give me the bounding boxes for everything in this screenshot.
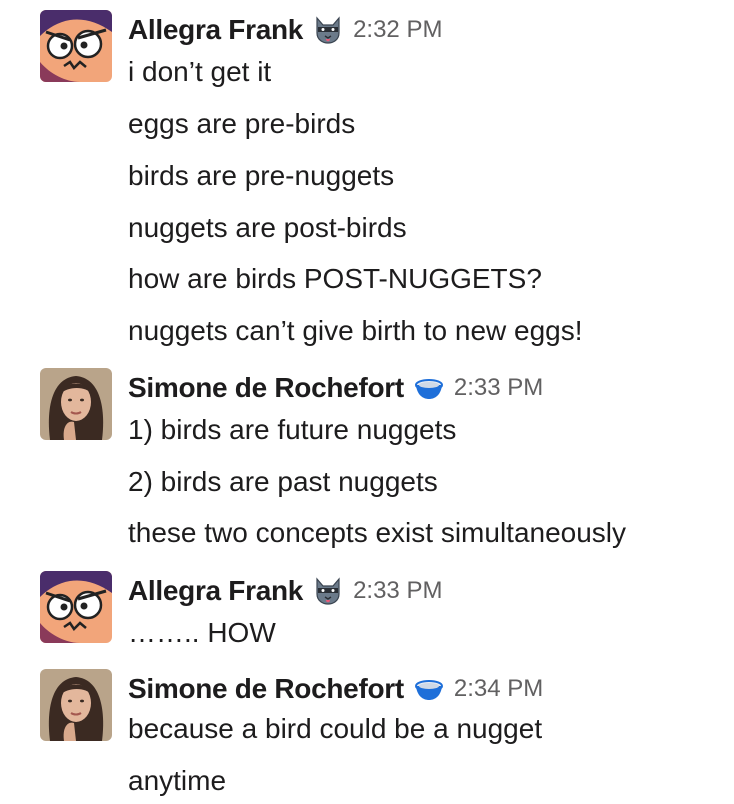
bowl-status-icon[interactable]	[414, 674, 444, 704]
message-line: 1) birds are future nuggets	[128, 414, 457, 445]
message-header: Simone de Rochefort 2:34 PM	[128, 669, 543, 709]
message-line: nuggets can’t give birth to new eggs!	[128, 315, 583, 346]
timestamp[interactable]: 2:32 PM	[353, 16, 442, 44]
bowl-status-icon[interactable]	[414, 373, 444, 403]
message-line: 2) birds are past nuggets	[128, 466, 438, 497]
message-line: birds are pre-nuggets	[128, 160, 395, 191]
sender-name[interactable]: Allegra Frank	[128, 575, 303, 607]
photo-avatar-icon	[40, 368, 112, 440]
avatar-simone-de-rochefort[interactable]	[40, 669, 112, 741]
cartoon-avatar-icon	[40, 10, 112, 82]
message-line: because a bird could be a nugget	[128, 713, 543, 744]
avatar-simone-de-rochefort[interactable]	[40, 368, 112, 440]
message-header: Simone de Rochefort 2:33 PM	[128, 368, 543, 408]
avatar-allegra-frank[interactable]	[40, 571, 112, 643]
sender-name[interactable]: Simone de Rochefort	[128, 372, 404, 404]
message-line: …….. HOW	[128, 617, 276, 648]
message-line: nuggets are post-birds	[128, 212, 407, 243]
message-line: eggs are pre-birds	[128, 108, 356, 139]
cat-status-icon[interactable]	[313, 576, 343, 606]
message-line: how are birds POST-NUGGETS?	[128, 263, 542, 294]
cat-status-icon[interactable]	[313, 15, 343, 45]
message-line: anytime	[128, 765, 227, 796]
message-line: i don’t get it	[128, 56, 272, 87]
sender-name[interactable]: Allegra Frank	[128, 14, 303, 46]
message-header: Allegra Frank 2:33 PM	[128, 571, 442, 611]
message-header: Allegra Frank 2:32 PM	[128, 10, 442, 50]
photo-avatar-icon	[40, 669, 112, 741]
cartoon-avatar-icon	[40, 571, 112, 643]
message-line: these two concepts exist simultaneously	[128, 517, 627, 548]
avatar-allegra-frank[interactable]	[40, 10, 112, 82]
timestamp[interactable]: 2:33 PM	[454, 374, 543, 402]
timestamp[interactable]: 2:34 PM	[454, 675, 543, 703]
timestamp[interactable]: 2:33 PM	[353, 577, 442, 605]
sender-name[interactable]: Simone de Rochefort	[128, 673, 404, 705]
